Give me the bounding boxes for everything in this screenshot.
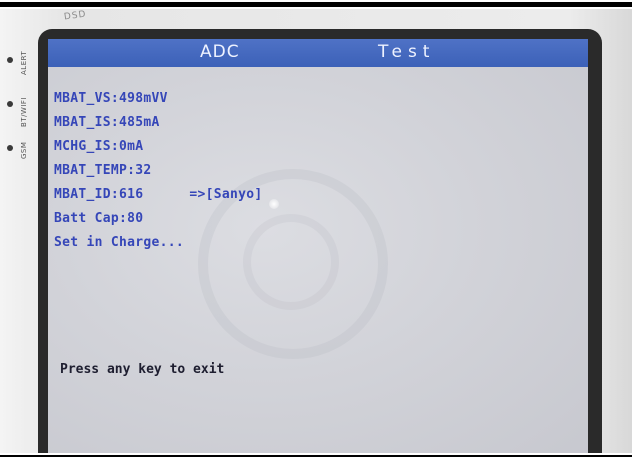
line-value: 0mA [119, 139, 144, 154]
alert-label: ALERT [20, 50, 28, 75]
line-label: Set in Charge... [54, 235, 185, 250]
bt-wifi-led-icon [7, 101, 13, 107]
line-value: 80 [127, 211, 144, 226]
exit-prompt: Press any key to exit [60, 362, 225, 377]
line-label: MCHG_IS: [54, 139, 120, 154]
gsm-label: GSM [20, 141, 28, 159]
alert-led-icon [7, 57, 13, 63]
adc-test-screen: ADC Test MBAT_VS:498mVV MBAT_IS:485mA MC… [48, 39, 588, 453]
line-label: MBAT_ID: [54, 187, 120, 202]
charge-status-line: Set in Charge... [54, 235, 184, 250]
watermark-ring-inner [243, 214, 339, 310]
battery-vendor: =>[Sanyo] [189, 187, 263, 202]
screen-title-adc: ADC [200, 42, 240, 62]
line-label: MBAT_IS: [54, 115, 120, 130]
line-value: 616 [119, 187, 144, 202]
mbat-vs-line: MBAT_VS:498mVV [54, 91, 168, 106]
mbat-is-line: MBAT_IS:485mA [54, 115, 160, 130]
line-value: 485mA [119, 115, 160, 130]
line-label: MBAT_TEMP: [54, 163, 136, 178]
top-rule [0, 2, 632, 7]
batt-cap-line: Batt Cap:80 [54, 211, 143, 226]
mbat-id-line: MBAT_ID:616 =>[Sanyo] [54, 187, 263, 202]
bottom-rule [0, 455, 632, 457]
gsm-led-icon [7, 145, 13, 151]
line-label: Batt Cap: [54, 211, 128, 226]
mchg-is-line: MCHG_IS:0mA [54, 139, 143, 154]
screen-title-test: Test [378, 42, 436, 62]
screen-glare [269, 199, 279, 209]
line-value: 498mVV [119, 91, 168, 106]
bt-wifi-label: BT/WIFI [20, 96, 28, 127]
mbat-temp-line: MBAT_TEMP:32 [54, 163, 152, 178]
device-photo: DSD ALERT BT/WIFI GSM ADC Test MBAT_VS:4… [0, 9, 632, 453]
line-label: MBAT_VS: [54, 91, 120, 106]
line-value: 32 [135, 163, 152, 178]
title-bar: ADC Test [48, 39, 588, 67]
